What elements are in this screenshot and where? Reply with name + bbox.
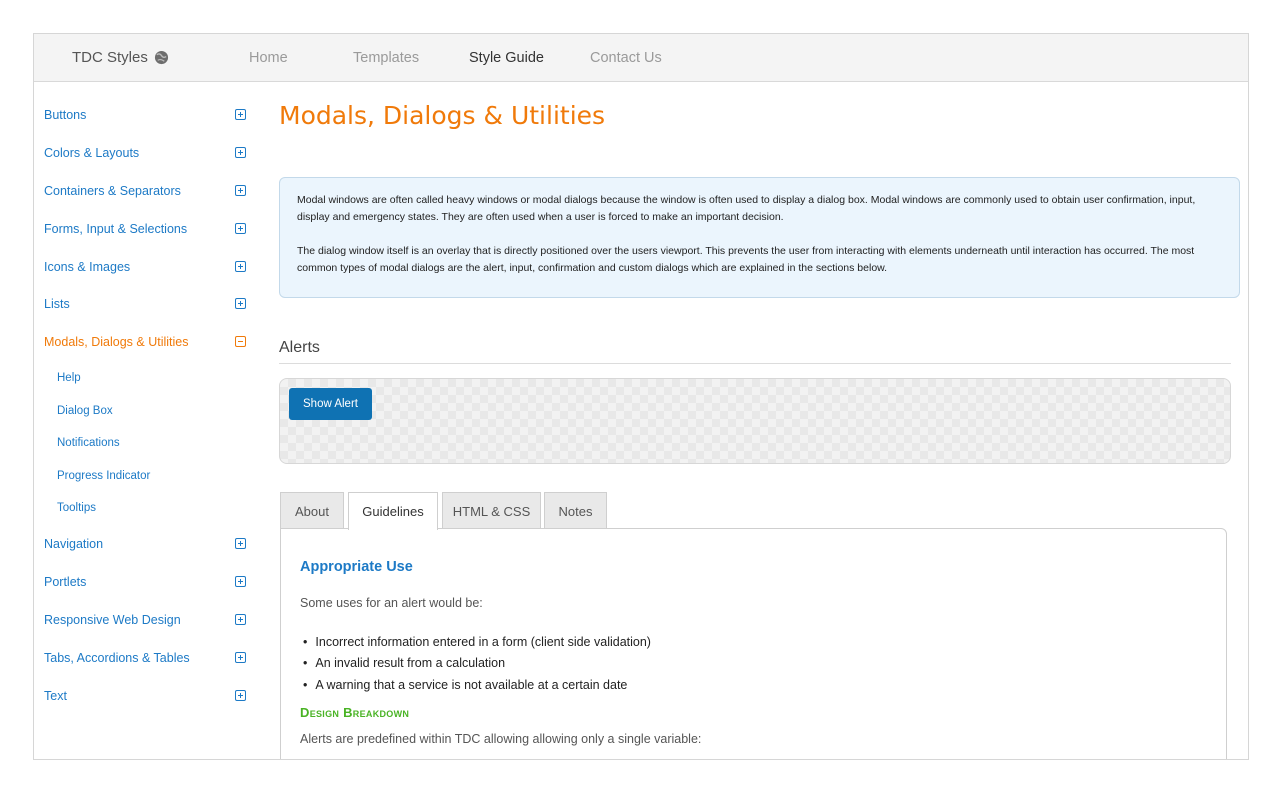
sidebar-item-label: Text — [44, 689, 67, 703]
sidebar-item-forms[interactable]: Forms, Input & Selections — [44, 219, 254, 239]
expand-icon[interactable] — [235, 576, 246, 587]
sidebar: Buttons Colors & Layouts Containers & Se… — [34, 82, 269, 759]
nav-templates[interactable]: Templates — [353, 50, 419, 66]
expand-icon[interactable] — [235, 185, 246, 196]
sidebar-item-text[interactable]: Text — [44, 686, 254, 706]
intro-paragraph: The dialog window itself is an overlay t… — [297, 245, 1195, 274]
top-navigation: TDC Styles Home Templates Style Guide Co… — [34, 34, 1248, 82]
sidebar-item-label: Colors & Layouts — [44, 146, 140, 160]
intro-panel: Modal windows are often called heavy win… — [279, 177, 1240, 298]
nav-style-guide[interactable]: Style Guide — [469, 50, 544, 66]
sidebar-subitem-dialog-box[interactable]: Dialog Box — [57, 402, 113, 420]
list-item: A warning that a service is not availabl… — [303, 674, 651, 696]
sidebar-item-containers-separators[interactable]: Containers & Separators — [44, 181, 254, 201]
panel-subheading: Design Breakdown — [300, 705, 410, 720]
sidebar-item-label: Lists — [44, 297, 70, 311]
sidebar-item-colors-layouts[interactable]: Colors & Layouts — [44, 143, 254, 163]
sidebar-item-buttons[interactable]: Buttons — [44, 105, 254, 125]
panel-lead-text: Some uses for an alert would be: — [300, 596, 483, 610]
demo-area: Show Alert — [279, 378, 1231, 464]
page-title: Modals, Dialogs & Utilities — [279, 101, 606, 130]
app-frame: TDC Styles Home Templates Style Guide Co… — [33, 33, 1249, 760]
uses-list: Incorrect information entered in a form … — [303, 631, 651, 696]
sidebar-item-label: Icons & Images — [44, 260, 131, 274]
sidebar-subitem-notifications[interactable]: Notifications — [57, 434, 120, 452]
sidebar-item-label: Tabs, Accordions & Tables — [44, 651, 190, 665]
brand-name: TDC Styles — [72, 49, 148, 66]
sidebar-item-label: Forms, Input & Selections — [44, 222, 188, 236]
sidebar-item-modals[interactable]: Modals, Dialogs & Utilities — [44, 332, 254, 352]
sidebar-item-label: Modals, Dialogs & Utilities — [44, 335, 189, 349]
tab-html-css[interactable]: HTML & CSS — [442, 492, 541, 529]
expand-icon[interactable] — [235, 538, 246, 549]
sidebar-item-icons-images[interactable]: Icons & Images — [44, 257, 254, 277]
expand-icon[interactable] — [235, 690, 246, 701]
list-item: Incorrect information entered in a form … — [303, 631, 651, 653]
tab-about[interactable]: About — [280, 492, 344, 529]
section-heading-alerts: Alerts — [279, 339, 1231, 364]
expand-icon[interactable] — [235, 261, 246, 272]
expand-icon[interactable] — [235, 614, 246, 625]
tab-guidelines[interactable]: Guidelines — [348, 492, 438, 530]
expand-icon[interactable] — [235, 298, 246, 309]
brand[interactable]: TDC Styles — [72, 49, 169, 66]
intro-paragraph: Modal windows are often called heavy win… — [297, 194, 1196, 223]
sidebar-item-label: Navigation — [44, 537, 104, 551]
tab-panel-guidelines: Appropriate Use Some uses for an alert w… — [280, 528, 1227, 759]
sidebar-item-navigation[interactable]: Navigation — [44, 534, 254, 554]
sidebar-item-tabs-accordions[interactable]: Tabs, Accordions & Tables — [44, 648, 254, 668]
sidebar-item-lists[interactable]: Lists — [44, 294, 254, 314]
show-alert-button[interactable]: Show Alert — [289, 388, 372, 420]
panel-heading: Appropriate Use — [300, 559, 413, 575]
panel-trailing-text: Alerts are predefined within TDC allowin… — [300, 732, 702, 746]
list-item: An invalid result from a calculation — [303, 653, 651, 675]
sidebar-item-label: Containers & Separators — [44, 184, 181, 198]
sidebar-item-portlets[interactable]: Portlets — [44, 572, 254, 592]
sidebar-subitem-progress-indicator[interactable]: Progress Indicator — [57, 467, 150, 485]
globe-icon — [154, 50, 168, 65]
expand-icon[interactable] — [235, 109, 246, 120]
nav-contact-us[interactable]: Contact Us — [590, 50, 662, 66]
sidebar-item-label: Portlets — [44, 575, 87, 589]
tab-notes[interactable]: Notes — [544, 492, 607, 529]
expand-icon[interactable] — [235, 147, 246, 158]
nav-home[interactable]: Home — [249, 50, 288, 66]
expand-icon[interactable] — [235, 223, 246, 234]
sidebar-subitem-help[interactable]: Help — [57, 369, 81, 387]
expand-icon[interactable] — [235, 652, 246, 663]
sidebar-item-responsive[interactable]: Responsive Web Design — [44, 610, 254, 630]
sidebar-item-label: Responsive Web Design — [44, 613, 181, 627]
collapse-icon[interactable] — [235, 336, 246, 347]
sidebar-subitem-tooltips[interactable]: Tooltips — [57, 499, 96, 517]
sidebar-item-label: Buttons — [44, 108, 87, 122]
